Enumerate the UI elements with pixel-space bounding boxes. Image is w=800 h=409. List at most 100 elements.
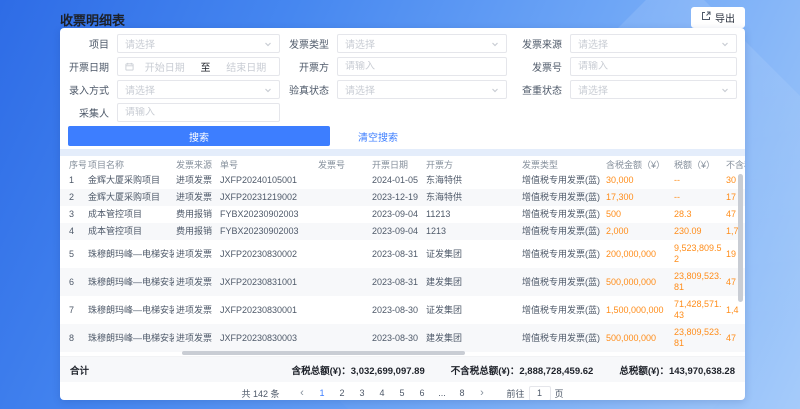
table-cell: FYBX20230902003	[218, 223, 316, 240]
table-row: 2金辉大厦采购项目进项发票JXFP202312190022023-12-19东海…	[60, 189, 745, 206]
export-button[interactable]: 导出	[691, 7, 745, 28]
vertical-scrollbar[interactable]	[738, 174, 743, 302]
page-button[interactable]: 5	[395, 386, 410, 401]
table-cell: 费用报销	[174, 223, 218, 240]
page-button[interactable]: 8	[455, 386, 470, 401]
table-cell: JXFP20240105001	[218, 172, 316, 189]
chevron-down-icon	[264, 86, 272, 94]
total-without-tax: 不含税总额(¥)：2,888,728,459.62	[451, 363, 594, 377]
table-header-cell: 发票号	[316, 156, 370, 172]
filter-label-invoice-source: 发票来源	[507, 36, 570, 51]
search-button[interactable]: 搜索	[68, 126, 330, 146]
page-button[interactable]: 2	[335, 386, 350, 401]
collector-input-wrap[interactable]	[117, 103, 280, 122]
table-cell: 珠穆朗玛峰—电梯安装	[86, 296, 174, 324]
table-cell: 30,000	[604, 172, 672, 189]
table-cell: 2023-08-31	[370, 240, 424, 268]
issuer-input-wrap[interactable]	[337, 57, 507, 76]
table-cell: 23,809,523.81	[672, 268, 724, 296]
chevron-down-icon	[491, 86, 499, 94]
invoice-date-range-picker[interactable]: 开始日期 至 结束日期	[117, 57, 280, 76]
table-cell: 2023-08-31	[370, 268, 424, 296]
invoice-no-input-wrap[interactable]	[570, 57, 737, 76]
page-button[interactable]: 4	[375, 386, 390, 401]
table-cell: 东海特供	[424, 172, 520, 189]
date-range-separator: 至	[201, 59, 211, 74]
table-cell: 2023-08-30	[370, 324, 424, 352]
summary-row: 合计 含税总额(¥)：3,032,699,097.89 不含税总额(¥)：2,8…	[60, 356, 745, 382]
table-cell: 5	[60, 240, 86, 268]
table-cell: 珠穆朗玛峰—电梯安装	[86, 240, 174, 268]
table-row: 1金辉大厦采购项目进项发票JXFP202401050012024-01-05东海…	[60, 172, 745, 189]
chevron-down-icon	[264, 40, 272, 48]
clear-search-link[interactable]: 清空搜索	[358, 129, 398, 144]
page-button[interactable]: 3	[355, 386, 370, 401]
verify-status-select[interactable]: 请选择	[337, 80, 507, 99]
total-count: 共 142 条	[241, 387, 279, 400]
total-with-tax: 含税总额(¥)：3,032,699,097.89	[292, 363, 425, 377]
table-cell: 增值税专用发票(蓝)	[520, 296, 604, 324]
date-end-placeholder[interactable]: 结束日期	[221, 59, 273, 74]
table-cell: 进项发票	[174, 296, 218, 324]
table-header-cell: 开票方	[424, 156, 520, 172]
chevron-down-icon	[721, 40, 729, 48]
entry-method-select[interactable]: 请选择	[117, 80, 280, 99]
table-cell: 200,000,000	[604, 240, 672, 268]
horizontal-scrollbar[interactable]	[182, 351, 465, 355]
invoice-no-input[interactable]	[578, 61, 729, 72]
table-cell: 增值税专用发票(蓝)	[520, 223, 604, 240]
page-buttons: 123456...8	[315, 386, 470, 401]
table-row: 4成本管控项目费用报销FYBX202309020032023-09-041213…	[60, 223, 745, 240]
goto-page-input[interactable]	[529, 386, 551, 401]
collector-input[interactable]	[125, 107, 272, 118]
table-cell: 增值税专用发票(蓝)	[520, 240, 604, 268]
table-cell: 珠穆朗玛峰—电梯安装	[86, 324, 174, 352]
table-cell	[316, 268, 370, 296]
table-cell: 成本管控项目	[86, 206, 174, 223]
table-cell	[316, 240, 370, 268]
table-header-cell: 含税金额（¥）	[604, 156, 672, 172]
pagination: 共 142 条 ‹ 123456...8 › 前往 页	[60, 382, 745, 400]
invoice-source-select[interactable]: 请选择	[570, 34, 737, 53]
table-cell: 47	[724, 324, 745, 352]
dup-status-select[interactable]: 请选择	[570, 80, 737, 99]
invoice-type-select[interactable]: 请选择	[337, 34, 507, 53]
table-cell: 500,000,000	[604, 324, 672, 352]
table-cell: 增值税专用发票(蓝)	[520, 189, 604, 206]
page-button[interactable]: 6	[415, 386, 430, 401]
table-row: 8珠穆朗玛峰—电梯安装进项发票JXFP202308300032023-08-30…	[60, 324, 745, 352]
table-header-cell: 发票来源	[174, 156, 218, 172]
date-start-placeholder[interactable]: 开始日期	[139, 59, 191, 74]
table-cell: 证发集团	[424, 240, 520, 268]
table-cell: JXFP20231219002	[218, 189, 316, 206]
prev-page-button[interactable]: ‹	[295, 386, 310, 401]
table-cell: 进项发票	[174, 324, 218, 352]
project-select[interactable]: 请选择	[117, 34, 280, 53]
table-cell: 500,000,000	[604, 268, 672, 296]
invoice-table-wrap: 序号项目名称发票来源单号发票号开票日期开票方发票类型含税金额（¥）税额（¥）不含…	[60, 156, 745, 356]
table-cell: JXFP20230830003	[218, 324, 316, 352]
table-cell: JXFP20230830002	[218, 240, 316, 268]
table-header-cell: 单号	[218, 156, 316, 172]
table-cell: FYBX20230902003	[218, 206, 316, 223]
issuer-input[interactable]	[345, 61, 499, 72]
table-cell: 进项发票	[174, 172, 218, 189]
table-header-cell: 不含税金额（¥）	[724, 156, 745, 172]
next-page-button[interactable]: ›	[475, 386, 490, 401]
table-cell: 71,428,571.43	[672, 296, 724, 324]
table-cell: 珠穆朗玛峰—电梯安装	[86, 268, 174, 296]
select-placeholder: 请选择	[125, 36, 155, 51]
table-cell: 1	[60, 172, 86, 189]
table-cell	[316, 172, 370, 189]
invoice-table: 序号项目名称发票来源单号发票号开票日期开票方发票类型含税金额（¥）税额（¥）不含…	[60, 156, 745, 352]
table-cell: 3	[60, 206, 86, 223]
table-cell: 6	[60, 268, 86, 296]
table-header-cell: 序号	[60, 156, 86, 172]
table-cell: 2023-08-30	[370, 296, 424, 324]
table-cell: 1,500,000,000	[604, 296, 672, 324]
table-cell: 建发集团	[424, 268, 520, 296]
table-cell: 17,300	[604, 189, 672, 206]
table-cell: 增值税专用发票(蓝)	[520, 324, 604, 352]
page-button[interactable]: 1	[315, 386, 330, 401]
total-tax: 总税额(¥)：143,970,638.28	[619, 363, 735, 377]
